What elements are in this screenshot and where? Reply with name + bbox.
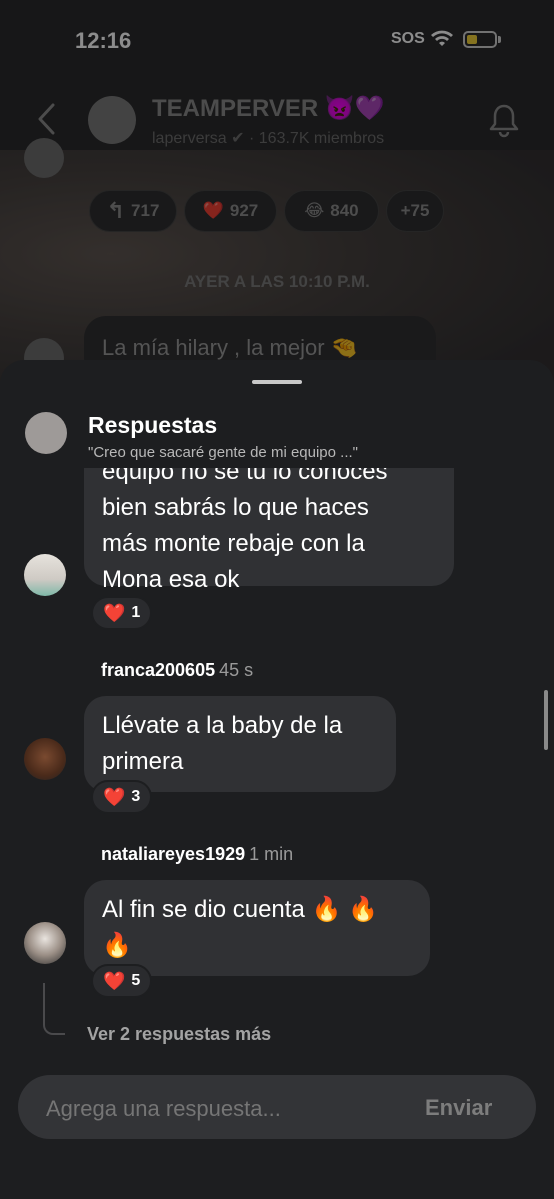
reply-line: primera — [102, 748, 184, 775]
heart-icon: ❤️ — [103, 970, 126, 991]
replies-sheet: Respuestas "Creo que sacaré gente de mi … — [0, 360, 554, 1199]
view-more-replies-button[interactable]: Ver 2 respuestas más — [87, 1024, 271, 1045]
reply-line: Al fin se dio cuenta 🔥 🔥 — [102, 896, 378, 923]
reply-reaction[interactable]: ❤️ 5 — [91, 964, 153, 998]
reply-bubble[interactable]: Llévate a la baby de la primera — [84, 696, 396, 792]
reaction-count: 5 — [131, 972, 141, 989]
user-avatar[interactable] — [24, 554, 66, 596]
reply-line: más monte rebaje con la — [102, 530, 365, 557]
reply-time: 45 s — [219, 660, 254, 680]
reaction-count: 1 — [131, 604, 141, 621]
replies-thread: equipo no se tú lo conoces bien sabrás l… — [0, 468, 554, 1058]
reply-reaction[interactable]: ❤️ 1 — [91, 596, 153, 630]
reply-composer: Enviar — [18, 1075, 536, 1139]
reply-reaction[interactable]: ❤️ 3 — [91, 780, 153, 814]
reply-bubble[interactable]: Al fin se dio cuenta 🔥 🔥 🔥 — [84, 880, 430, 976]
sheet-avatar — [25, 412, 67, 454]
thread-connector — [43, 983, 65, 1035]
sheet-drag-handle[interactable] — [252, 380, 302, 384]
send-button[interactable]: Enviar — [425, 1095, 492, 1121]
reply-time: 1 min — [249, 844, 294, 864]
reply-line: equipo no se tú lo conoces — [102, 468, 388, 485]
reply-bubble[interactable]: equipo no se tú lo conoces bien sabrás l… — [84, 468, 454, 593]
user-avatar[interactable] — [24, 922, 66, 964]
reply-username[interactable]: nataliareyes1929 1 min — [101, 844, 293, 865]
reply-line: 🔥 — [102, 932, 132, 959]
heart-icon: ❤️ — [103, 786, 126, 807]
username: franca200605 — [101, 660, 216, 680]
reply-line: Mona esa ok — [102, 566, 240, 593]
sheet-title: Respuestas — [88, 412, 218, 438]
reply-input[interactable] — [44, 1095, 408, 1123]
sheet-quote: "Creo que sacaré gente de mi equipo ..." — [88, 444, 358, 461]
username: nataliareyes1929 — [101, 844, 246, 864]
reply-line: Llévate a la baby de la — [102, 712, 343, 739]
user-avatar[interactable] — [24, 738, 66, 780]
reaction-count: 3 — [131, 788, 141, 805]
reply-line: bien sabrás lo que haces — [102, 494, 369, 521]
scrollbar[interactable] — [544, 690, 548, 750]
heart-icon: ❤️ — [103, 602, 126, 623]
reply-username[interactable]: franca200605 45 s — [101, 660, 253, 681]
